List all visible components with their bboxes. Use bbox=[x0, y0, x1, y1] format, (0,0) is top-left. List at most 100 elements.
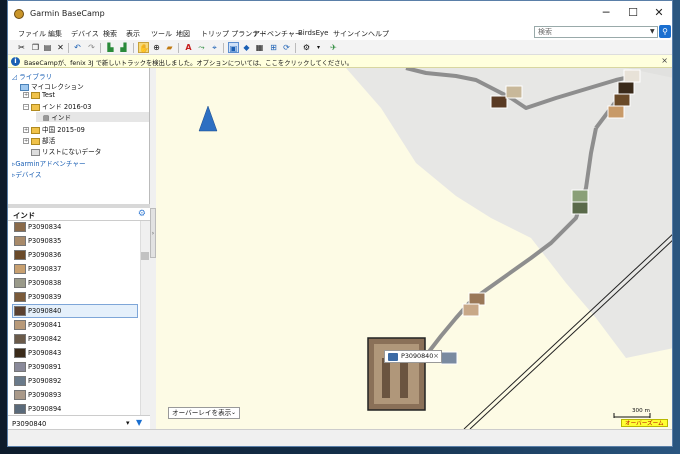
tree-item-china-2015[interactable]: + 中国 2015-09 bbox=[23, 124, 85, 134]
measure-icon[interactable]: ▰ bbox=[164, 42, 175, 53]
start-marker-icon[interactable] bbox=[198, 105, 218, 132]
photo-thumbnail-marker[interactable] bbox=[440, 351, 458, 365]
cut-icon[interactable]: ✂ bbox=[16, 42, 27, 53]
folder-open-icon bbox=[20, 83, 29, 91]
menu-signin[interactable]: サインイン bbox=[333, 29, 368, 39]
photo-thumbnail-marker[interactable] bbox=[571, 189, 589, 203]
photo-callout[interactable]: P3090840 × bbox=[384, 350, 442, 363]
toolbar-separator bbox=[295, 43, 296, 53]
paste-icon[interactable]: ▤ bbox=[42, 42, 53, 53]
redo-icon[interactable]: ↷ bbox=[86, 42, 97, 53]
menu-adventure[interactable]: アドベンチャー bbox=[253, 29, 302, 39]
waypoint-icon[interactable]: ⌖ bbox=[209, 42, 220, 53]
photo-thumbnail-marker[interactable] bbox=[623, 69, 641, 83]
list-item[interactable]: P3090834 bbox=[8, 221, 140, 234]
info-close-button[interactable]: × bbox=[661, 56, 668, 65]
photo-thumbnail-marker[interactable] bbox=[571, 201, 589, 215]
undo-icon[interactable]: ↶ bbox=[72, 42, 83, 53]
list-item[interactable]: P3090892 bbox=[8, 374, 140, 388]
photo-thumbnail-icon bbox=[14, 334, 26, 344]
tree-item-club[interactable]: + 部活 bbox=[23, 135, 55, 145]
list-item-label: P3090843 bbox=[28, 349, 62, 357]
menu-view[interactable]: 表示 bbox=[126, 29, 140, 39]
photo-thumbnail-marker[interactable] bbox=[617, 81, 635, 95]
photo-view-icon[interactable]: ▦ bbox=[254, 42, 265, 53]
list-item[interactable]: P3090841 bbox=[8, 318, 140, 332]
photo-thumbnail-marker[interactable] bbox=[613, 93, 631, 107]
list-item-label: P3090842 bbox=[28, 335, 62, 343]
hand-icon[interactable]: ✋ bbox=[138, 42, 149, 53]
status-bar bbox=[8, 429, 672, 446]
photo-thumbnail-marker[interactable] bbox=[607, 105, 625, 119]
map-2d-icon[interactable]: ▣ bbox=[228, 42, 239, 53]
photo-thumbnail-marker[interactable] bbox=[468, 292, 486, 306]
selection-combo[interactable]: P3090840 ▾ ▼ bbox=[8, 415, 150, 429]
photo-thumbnail-marker[interactable] bbox=[505, 85, 523, 99]
search-dropdown-icon[interactable]: ▼ bbox=[650, 28, 655, 35]
chevron-down-icon[interactable]: ▾ bbox=[126, 419, 130, 427]
tree-item-india[interactable]: ▤ インド bbox=[43, 112, 71, 122]
track-icon[interactable]: ⤳ bbox=[196, 42, 207, 53]
callout-close-button[interactable]: × bbox=[433, 351, 439, 362]
photo-thumbnail-icon bbox=[14, 306, 26, 316]
list-item[interactable]: P3090836 bbox=[8, 248, 140, 262]
list-item[interactable]: P3090891 bbox=[8, 360, 140, 374]
photo-thumbnail-icon bbox=[14, 236, 26, 246]
photo-thumbnail-marker[interactable] bbox=[490, 95, 508, 109]
tree-item-test[interactable]: + Test bbox=[23, 91, 55, 99]
menu-file[interactable]: ファイル bbox=[18, 29, 46, 39]
list-item[interactable]: P3090893 bbox=[8, 388, 140, 402]
map-canvas[interactable] bbox=[156, 68, 673, 429]
settings-icon[interactable]: ⚙ bbox=[301, 42, 312, 53]
tree-library[interactable]: ◿ ライブラリ bbox=[12, 71, 52, 81]
filter-icon[interactable]: ▼ bbox=[136, 418, 142, 427]
search-input[interactable]: 検索 bbox=[534, 26, 658, 38]
list-item[interactable]: P3090837 bbox=[8, 262, 140, 276]
map-3d-icon[interactable]: ◆ bbox=[241, 42, 252, 53]
menu-tools[interactable]: ツール bbox=[151, 29, 172, 39]
delete-icon[interactable]: ✕ bbox=[55, 42, 66, 53]
photo-thumbnail-marker[interactable] bbox=[462, 303, 480, 317]
receive-icon[interactable]: ▙ bbox=[105, 42, 116, 53]
list-scrollbar-thumb[interactable] bbox=[141, 252, 149, 260]
tree-devices[interactable]: ▹デバイス bbox=[12, 169, 42, 179]
dropdown-icon[interactable]: ▾ bbox=[313, 42, 324, 53]
list-item[interactable]: P3090835 bbox=[8, 234, 140, 248]
toolbar-separator bbox=[178, 43, 179, 53]
list-item[interactable]: P3090894 bbox=[8, 402, 140, 415]
minimize-button[interactable]: ─ bbox=[595, 5, 617, 21]
tree-my-collection[interactable]: マイコレクション bbox=[20, 81, 84, 91]
list-item-label: P3090838 bbox=[28, 279, 62, 287]
zoom-icon[interactable]: ⊕ bbox=[151, 42, 162, 53]
send-icon[interactable]: ▟ bbox=[118, 42, 129, 53]
route-icon[interactable]: A bbox=[183, 42, 194, 53]
gear-icon[interactable]: ⚙ bbox=[138, 209, 146, 219]
list-scrollbar[interactable] bbox=[140, 221, 150, 415]
info-message[interactable]: BaseCampが、fenix 3J で新しいトラックを検出しました。オプション… bbox=[24, 58, 353, 67]
list-item[interactable]: P3090843 bbox=[8, 346, 140, 360]
tree-garmin-adventures[interactable]: ▹Garminアドベンチャー bbox=[12, 158, 86, 168]
menu-device[interactable]: デバイス bbox=[71, 29, 99, 39]
list-item[interactable]: P3090838 bbox=[8, 276, 140, 290]
info-bar[interactable]: i BaseCampが、fenix 3J で新しいトラックを検出しました。オプシ… bbox=[8, 55, 672, 68]
list-item[interactable]: P3090839 bbox=[8, 290, 140, 304]
tree-item-india-2016[interactable]: − インド 2016-03 bbox=[23, 101, 91, 111]
menu-search[interactable]: 検索 bbox=[103, 29, 117, 39]
overlay-dropdown[interactable]: オーバーレイを表示 ⌄ bbox=[168, 407, 240, 419]
globe-icon[interactable]: ⊞ bbox=[268, 42, 279, 53]
search-button[interactable]: ⚲ bbox=[659, 25, 671, 38]
tree-item-unlisted[interactable]: リストにないデータ bbox=[31, 146, 101, 156]
menu-edit[interactable]: 編集 bbox=[48, 29, 62, 39]
maximize-button[interactable]: ☐ bbox=[622, 5, 644, 21]
menu-birdseye[interactable]: BirdsEye bbox=[298, 29, 328, 37]
map-view[interactable]: P3090840 × オーバーレイを表示 ⌄ 300 m オーバーズーム bbox=[156, 68, 673, 429]
menu-map[interactable]: 地図 bbox=[176, 29, 190, 39]
list-item[interactable]: P3090840 bbox=[8, 304, 140, 318]
close-button[interactable]: ✕ bbox=[648, 5, 670, 21]
copy-icon[interactable]: ❐ bbox=[30, 42, 41, 53]
refresh-icon[interactable]: ⟳ bbox=[281, 42, 292, 53]
list-item[interactable]: P3090842 bbox=[8, 332, 140, 346]
menu-help[interactable]: ヘルプ bbox=[368, 29, 389, 39]
photo-thumbnail-icon bbox=[14, 348, 26, 358]
new-icon[interactable]: ✈ bbox=[328, 42, 339, 53]
